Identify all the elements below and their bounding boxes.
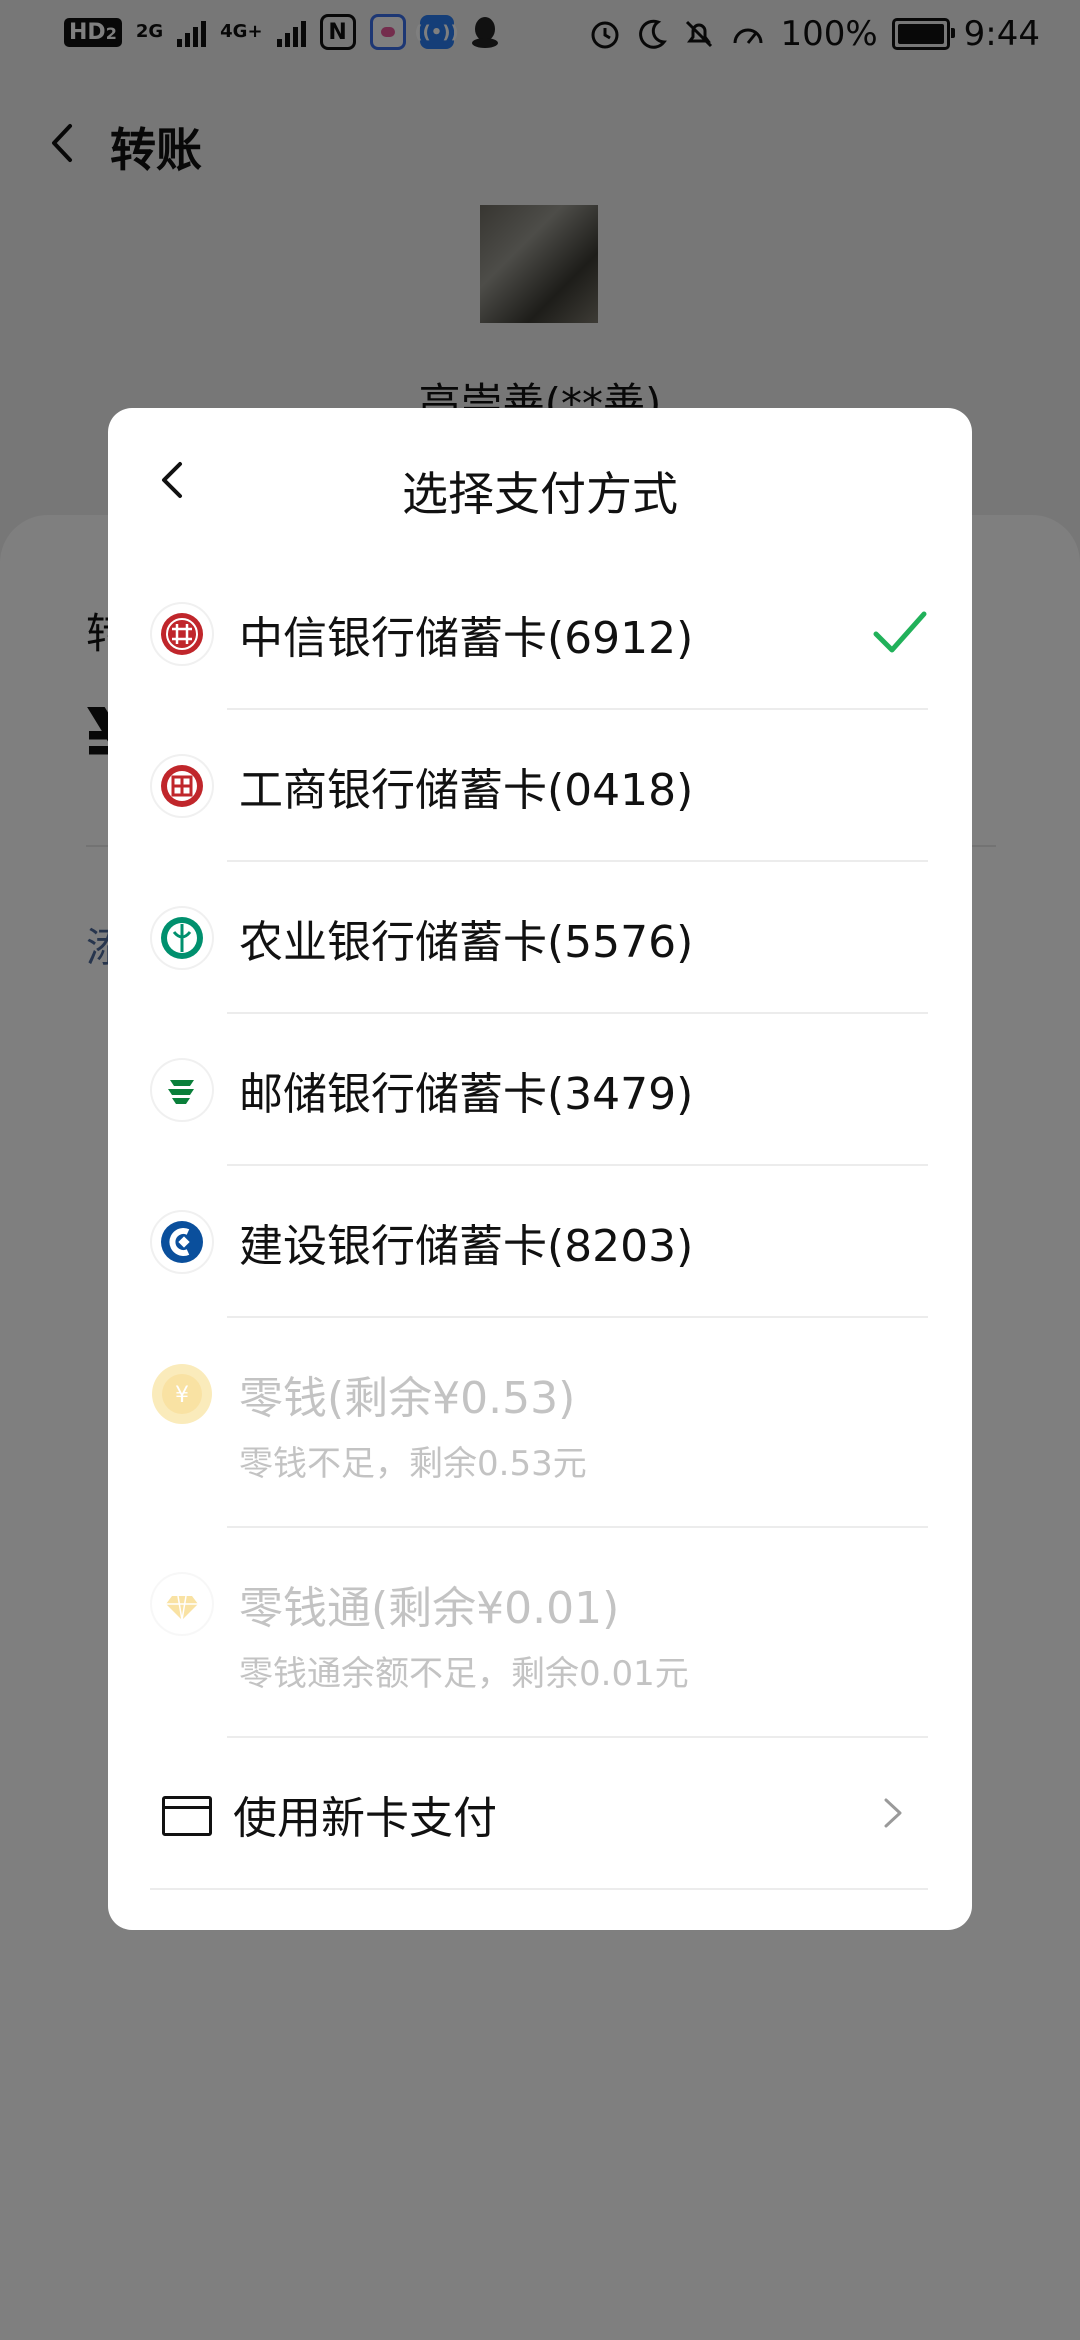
- new-card-label: 使用新卡支付: [233, 1793, 497, 1844]
- payment-method-lingqiantong: 零钱通(剩余¥0.01) 零钱通余额不足，剩余0.01元: [108, 1528, 972, 1738]
- payment-method-psbc[interactable]: 邮储银行储蓄卡(3479): [108, 1014, 972, 1166]
- dialog-title: 选择支付方式: [402, 467, 678, 521]
- payment-method-balance: ¥ 零钱(剩余¥0.53) 零钱不足，剩余0.53元: [108, 1318, 972, 1528]
- payment-method-label: 中信银行储蓄卡(6912): [239, 613, 694, 664]
- payment-method-label: 农业银行储蓄卡(5576): [239, 917, 694, 968]
- payment-method-abc[interactable]: 农业银行储蓄卡(5576): [108, 862, 972, 1014]
- payment-method-label: 零钱(剩余¥0.53): [239, 1373, 576, 1424]
- yen-coin-icon: ¥: [152, 1364, 212, 1424]
- chevron-right-icon: [884, 1798, 902, 1828]
- payment-method-label: 邮储银行储蓄卡(3479): [239, 1069, 694, 1120]
- divider: [150, 1888, 928, 1890]
- payment-method-label: 零钱通(剩余¥0.01): [239, 1583, 620, 1634]
- new-card-button[interactable]: 使用新卡支付: [108, 1738, 972, 1890]
- diamond-icon: [152, 1574, 212, 1634]
- payment-method-icbc[interactable]: 工商银行储蓄卡(0418): [108, 710, 972, 862]
- payment-method-note: 零钱通余额不足，剩余0.01元: [239, 1654, 689, 1694]
- abc-bank-icon: [152, 908, 212, 968]
- payment-method-label: 建设银行储蓄卡(8203): [239, 1221, 694, 1272]
- payment-method-dialog: 选择支付方式 中信银行储蓄卡(6912) 工商银行储蓄卡(0418) 农业银行储…: [108, 408, 972, 1930]
- payment-method-citic[interactable]: 中信银行储蓄卡(6912): [108, 558, 972, 710]
- ccb-bank-icon: [152, 1212, 212, 1272]
- check-icon: [873, 611, 927, 653]
- icbc-bank-icon: [152, 756, 212, 816]
- citic-bank-icon: [152, 604, 212, 664]
- payment-method-label: 工商银行储蓄卡(0418): [239, 765, 694, 816]
- psbc-bank-icon: [152, 1060, 212, 1120]
- card-icon: [162, 1796, 212, 1836]
- payment-method-ccb[interactable]: 建设银行储蓄卡(8203): [108, 1166, 972, 1318]
- svg-text:¥: ¥: [175, 1383, 189, 1408]
- payment-method-note: 零钱不足，剩余0.53元: [239, 1444, 587, 1484]
